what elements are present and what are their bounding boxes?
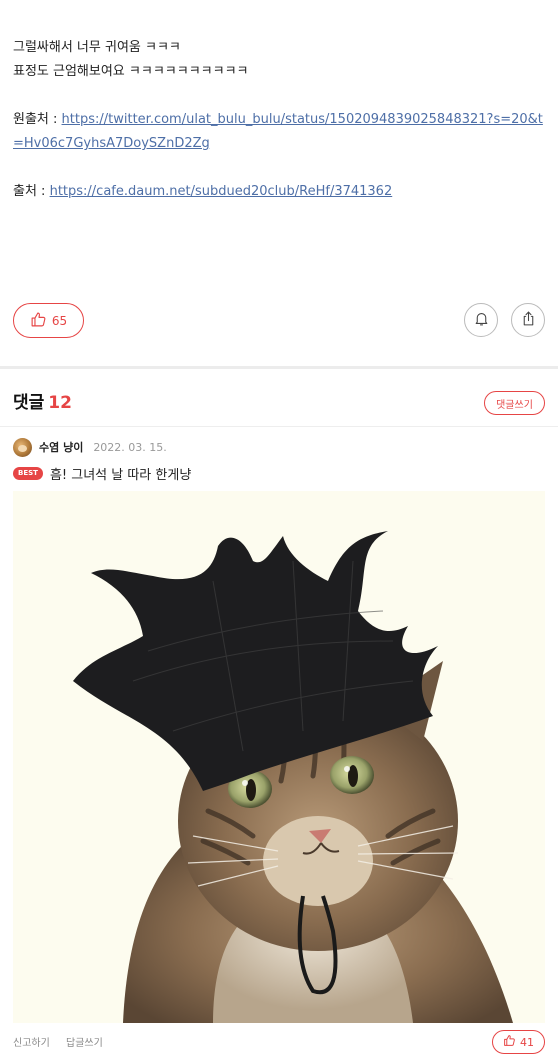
thumbs-up-icon — [30, 311, 47, 331]
source-line: 원출처 : https://twitter.com/ulat_bulu_bulu… — [13, 108, 548, 156]
source-label: 원출처 : — [13, 112, 62, 127]
best-badge: BEST — [13, 466, 43, 480]
comment-text: 흠! 그녀석 날 따라 한게냥 — [49, 467, 192, 483]
cat-with-crown-image — [73, 531, 513, 1023]
comment-like-button[interactable]: 41 — [492, 1030, 545, 1054]
comment-date: 2022. 03. 15. — [93, 440, 167, 454]
origin-line: 출처 : https://cafe.daum.net/subdued20club… — [13, 180, 548, 204]
comment-image[interactable] — [13, 491, 545, 1023]
comment-actions: 신고하기 답글쓰기 41 — [13, 1030, 545, 1054]
origin-link[interactable]: https://cafe.daum.net/subdued20club/ReHf… — [50, 184, 393, 199]
comment-title: 댓글 12 — [13, 393, 72, 413]
comment-header: 댓글 12 댓글쓰기 — [13, 390, 545, 416]
comment-count: 12 — [48, 393, 72, 413]
section-divider — [0, 366, 558, 369]
like-count: 65 — [51, 313, 68, 328]
like-button[interactable]: 65 — [13, 303, 84, 338]
reply-button[interactable]: 답글쓰기 — [66, 1034, 103, 1049]
post-action-row: 65 — [13, 303, 545, 338]
share-icon — [520, 310, 537, 331]
avatar[interactable] — [13, 437, 32, 457]
subscribe-button[interactable] — [464, 303, 498, 337]
report-button[interactable]: 신고하기 — [13, 1034, 50, 1049]
comment-nickname[interactable]: 수염 냥이 — [39, 439, 83, 455]
write-comment-button[interactable]: 댓글쓰기 — [484, 391, 545, 415]
comment-body: BEST 흠! 그녀석 날 따라 한게냥 — [13, 463, 191, 483]
comment-like-count: 41 — [520, 1035, 534, 1049]
post-text-line: 그럴싸해서 너무 귀여움 ㅋㅋㅋ — [13, 40, 181, 55]
bell-icon — [473, 310, 490, 331]
post-body: 그럴싸해서 너무 귀여움 ㅋㅋㅋ 표정도 근엄해보여요 ㅋㅋㅋㅋㅋㅋㅋㅋㅋㅋ 원… — [13, 36, 548, 204]
origin-label: 출처 : — [13, 184, 50, 199]
comment-meta: 수염 냥이 2022. 03. 15. — [13, 437, 167, 457]
post-text-line: 표정도 근엄해보여요 ㅋㅋㅋㅋㅋㅋㅋㅋㅋㅋ — [13, 64, 249, 79]
comment-divider — [0, 426, 558, 427]
thumbs-up-icon — [503, 1034, 516, 1050]
source-link[interactable]: https://twitter.com/ulat_bulu_bulu/statu… — [13, 112, 543, 151]
share-button[interactable] — [511, 303, 545, 337]
